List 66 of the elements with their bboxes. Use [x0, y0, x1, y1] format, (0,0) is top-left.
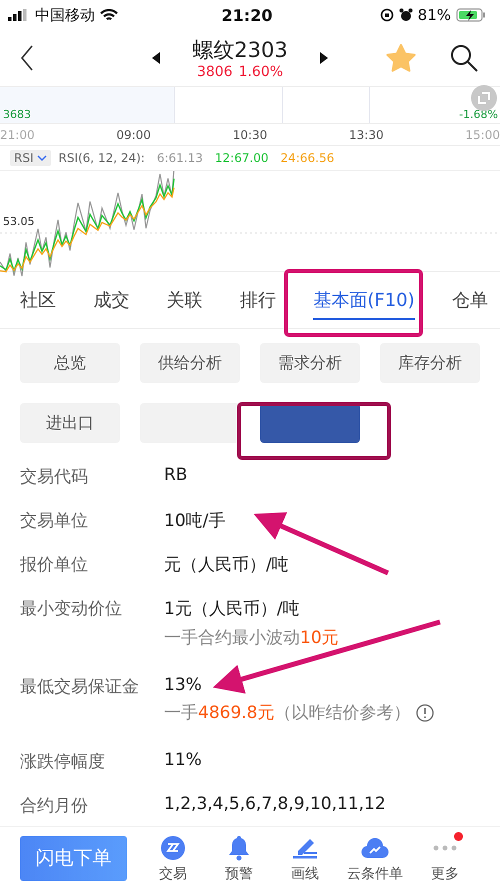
tab[interactable]: 社区 [20, 282, 56, 320]
time-axis-label: 13:30 [349, 128, 384, 142]
rsi-label: RSI(6, 12, 24): [58, 151, 145, 165]
field-value: RB [164, 465, 188, 485]
tab[interactable]: 基本面(F10) [313, 282, 415, 320]
field-label: 交易代码 [20, 466, 89, 488]
clock-time: 21:20 [222, 6, 272, 24]
field-value: 13% [164, 675, 203, 695]
time-axis-label: 09:00 [116, 128, 151, 142]
battery-icon [456, 8, 486, 22]
tab[interactable]: 仓单 [452, 282, 488, 320]
wifi-icon [100, 8, 118, 22]
info-icon[interactable] [416, 704, 434, 722]
next-icon[interactable] [320, 52, 328, 64]
time-axis-label: 21:00 [0, 128, 35, 142]
section-button[interactable]: 总览 [20, 343, 120, 383]
field-label: 最低交易保证金 [20, 676, 140, 698]
field-value: 11% [164, 750, 202, 770]
time-axis-label: 15:00 [465, 128, 500, 142]
section-button[interactable]: 供给分析 [140, 343, 240, 383]
price-change: 1.60% [238, 64, 284, 80]
field-value: 10吨/手 [164, 510, 226, 532]
section-button[interactable]: 需求分析 [260, 343, 360, 383]
nav-item[interactable]: 画线 [281, 834, 329, 882]
section-button[interactable] [140, 403, 240, 443]
back-icon[interactable] [20, 45, 34, 71]
rsi-mid-label: 53.05 [3, 215, 34, 228]
field-value: 1,2,3,4,5,6,7,8,9,10,11,12 [164, 794, 386, 814]
field-note: 一手合约最小波动10元 [164, 627, 339, 649]
star-icon[interactable] [386, 44, 416, 72]
nav-item[interactable]: 更多 [421, 834, 469, 882]
tab[interactable]: 排行 [240, 282, 276, 320]
carrier-name: 中国移动 [35, 6, 95, 24]
field-label: 涨跌停幅度 [20, 751, 106, 773]
nav-item[interactable]: 云条件单 [347, 834, 403, 882]
last-price: 3806 [196, 64, 233, 80]
section-button[interactable]: 库存分析 [380, 343, 480, 383]
rsi-value: 12:67.00 [214, 151, 269, 165]
previous-icon[interactable] [152, 52, 160, 64]
rsi-value: 24:66.56 [280, 151, 334, 165]
low-price-label: 3683 [3, 108, 31, 121]
more-icon [433, 844, 457, 850]
nav-item[interactable]: 预警 [215, 834, 263, 882]
field-label: 交易单位 [20, 510, 89, 532]
search-icon[interactable] [450, 44, 478, 72]
tab[interactable]: 成交 [93, 282, 130, 320]
field-label: 报价单位 [20, 554, 89, 576]
cloud-icon [361, 836, 389, 860]
field-value: 1元（人民币）/吨 [164, 598, 301, 620]
battery-percent: 81% [418, 6, 451, 24]
time-axis-label: 10:30 [232, 128, 268, 142]
field-value: 元（人民币）/吨 [164, 554, 289, 576]
field-label: 最小变动价位 [20, 598, 123, 620]
field-note: 一手4869.8元（以昨结价参考） [164, 702, 410, 724]
low-change-label: -1.68% [459, 108, 498, 121]
rotation-lock-icon [380, 8, 394, 22]
trade-icon [160, 834, 186, 860]
indicator-dropdown[interactable]: RSI [10, 150, 50, 166]
bell-icon [227, 834, 251, 860]
nav-item[interactable]: 交易 [149, 834, 197, 882]
field-label: 合约月份 [20, 795, 89, 817]
rsi-value: 6:61.13 [156, 151, 203, 165]
section-button[interactable]: 进出口 [20, 403, 120, 443]
tab[interactable]: 关联 [166, 282, 203, 320]
chevron-down-icon [36, 155, 46, 161]
contract-title: 螺纹2303 [192, 37, 288, 64]
